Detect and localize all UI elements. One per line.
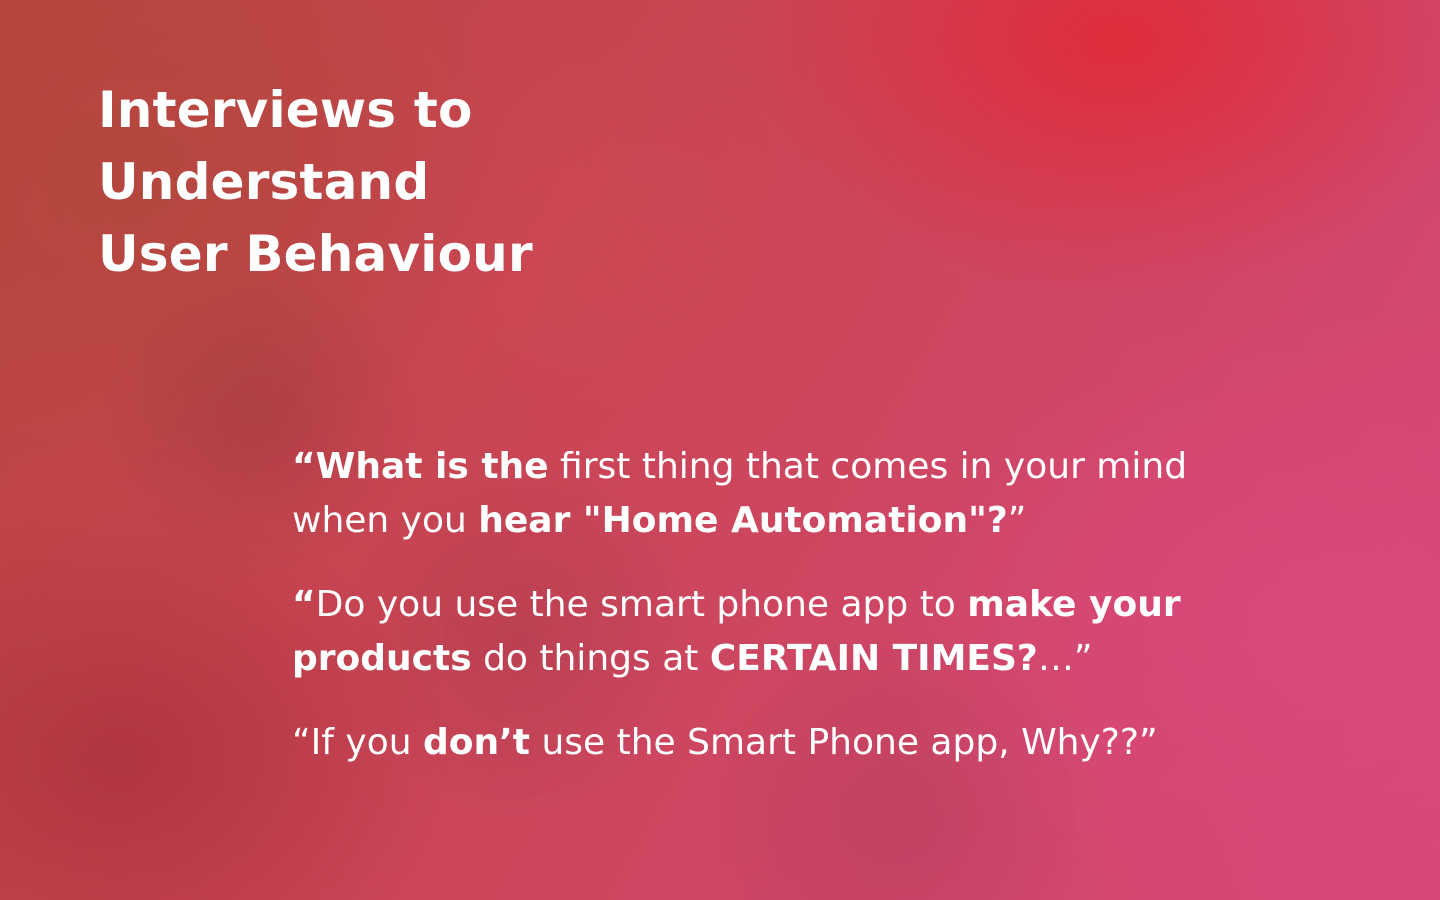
question-3-emphasis: don’t <box>422 722 530 763</box>
question-2-emphasis: CERTAIN TIMES? <box>709 638 1038 679</box>
question-3: “If you don’t use the Smart Phone app, W… <box>292 716 1332 770</box>
question-2: “Do you use the smart phone app to make … <box>292 578 1332 686</box>
question-1-line-2: when you hear "Home Automation"?” <box>292 494 1332 548</box>
question-2-closing-quote: …” <box>1037 638 1093 679</box>
question-1-line-1: “What is the first thing that comes in y… <box>292 440 1332 494</box>
title-line-1: Interviews to <box>98 81 473 139</box>
question-1-emphasis: “What is the <box>292 446 549 487</box>
question-3-text: use the Smart Phone app, Why??” <box>530 722 1158 763</box>
title-line-2: Understand <box>98 153 430 211</box>
question-2-text: do things at <box>471 638 710 679</box>
question-1-closing-quote: ” <box>1007 500 1027 541</box>
question-1-emphasis: hear "Home Automation"? <box>478 500 1008 541</box>
slide-title: Interviews to Understand User Behaviour <box>98 74 533 290</box>
question-1-text: when you <box>292 500 479 541</box>
question-3-text: “If you <box>292 722 423 763</box>
question-2-opening-quote: “ <box>292 584 316 625</box>
title-line-3: User Behaviour <box>98 225 533 283</box>
question-2-emphasis: make your <box>967 584 1181 625</box>
question-2-emphasis: products <box>292 638 472 679</box>
interview-questions: “What is the first thing that comes in y… <box>292 440 1332 800</box>
question-1-text: first thing that comes in your mind <box>548 446 1188 487</box>
question-1: “What is the first thing that comes in y… <box>292 440 1332 548</box>
question-2-line-2: products do things at CERTAIN TIMES?…” <box>292 632 1332 686</box>
question-2-line-1: “Do you use the smart phone app to make … <box>292 578 1332 632</box>
question-3-line-1: “If you don’t use the Smart Phone app, W… <box>292 716 1332 770</box>
question-2-text: Do you use the smart phone app to <box>315 584 968 625</box>
